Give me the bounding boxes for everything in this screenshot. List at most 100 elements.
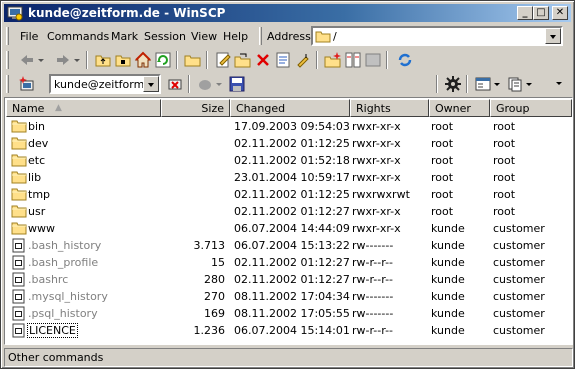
toolbar-separator [436,75,438,93]
file-row[interactable]: .bash_profile 15 02.11.2002 01:12:27 rw-r--… [6,254,572,271]
menu-view[interactable]: View [191,30,217,43]
folder-icon [11,203,27,219]
toolbar-chevron-icon[interactable] [554,75,564,93]
session-dropdown-button[interactable] [143,76,159,92]
folder-icon [11,186,27,202]
edit-icon[interactable] [214,51,232,69]
address-value: / [333,30,337,43]
forward-dropdown-icon[interactable] [73,51,81,69]
folder-icon [11,118,27,134]
file-owner: root [431,188,454,201]
session-combo[interactable]: kunde@zeitform.de [49,74,161,94]
file-row[interactable]: .bashrc 280 02.11.2002 01:12:27 rw-r--r-- ku… [6,271,572,288]
new-session-icon[interactable] [18,75,36,93]
file-name: usr [28,205,46,218]
address-combo[interactable]: / [311,26,563,46]
file-row[interactable]: tmp 02.11.2002 01:12:25 rwxrwxrwt root root [6,186,572,203]
save-session-disabled-icon[interactable] [196,75,214,93]
forward-icon[interactable] [54,51,72,69]
save-icon[interactable] [228,75,246,93]
delete-icon[interactable] [254,51,272,69]
file-row[interactable]: usr 02.11.2002 01:12:27 rwxr-xr-x root root [6,203,572,220]
address-dropdown-button[interactable] [545,28,561,44]
menu-file[interactable]: File [20,30,38,43]
file-row[interactable]: etc 02.11.2002 01:52:18 rwxr-xr-x root root [6,152,572,169]
file-name: .bashrc [28,273,69,286]
file-rights: rw------- [352,239,394,252]
maximize-button[interactable]: □ [533,6,549,20]
menu-session[interactable]: Session [144,30,186,43]
file-group: customer [493,273,545,286]
root-directory-icon[interactable] [114,51,132,69]
addressbar-grip[interactable] [259,27,262,45]
file-owner: root [431,137,454,150]
toolbar-grip[interactable] [6,75,9,93]
column-header-changed[interactable]: Changed [230,99,350,117]
file-group: root [493,120,516,133]
menubar-grip[interactable] [6,27,9,45]
file-owner: kunde [431,222,465,235]
file-name: dev [28,137,49,150]
file-row[interactable]: lib 23.01.2004 10:59:17 rwxr-xr-x root root [6,169,572,186]
minimize-button[interactable]: _ [517,6,533,20]
properties-icon[interactable] [274,51,292,69]
toolbar-separator [316,51,318,69]
menu-mark[interactable]: Mark [111,30,138,43]
file-size: 3.713 [193,239,226,252]
column-header-group[interactable]: Group [490,99,572,117]
file-row[interactable]: LICENCE 1.236 06.07.2004 15:14:01 rw-r--r--… [6,322,572,339]
file-owner: kunde [431,273,465,286]
file-changed: 17.09.2003 09:54:03 [234,120,350,133]
new-directory-icon[interactable] [324,51,342,69]
parent-directory-icon[interactable] [94,51,112,69]
synchronize-icon[interactable] [364,51,382,69]
home-directory-icon[interactable] [134,51,152,69]
file-changed: 06.07.2004 15:13:22 [234,239,350,252]
column-header-size[interactable]: Size [161,99,230,117]
view-icon[interactable] [474,75,492,93]
file-name: tmp [28,188,51,201]
file-changed: 02.11.2002 01:12:27 [234,273,350,286]
file-rights: rwxr-xr-x [352,154,401,167]
file-row[interactable]: .psql_history 169 08.11.2002 17:05:55 rw---… [6,305,572,322]
sort-dropdown-icon[interactable] [525,75,533,93]
window-title: kunde@zeitform.de - WinSCP [28,6,226,20]
file-row[interactable]: www 06.07.2004 14:44:09 rwxr-xr-x kunde cust… [6,220,572,237]
file-owner: kunde [431,256,465,269]
folder-icon [11,169,27,185]
column-header-rights[interactable]: Rights [350,99,429,117]
remote-file-panel[interactable]: Name ▲ Size Changed Rights Owner Group b… [4,97,573,345]
sort-ascending-icon: ▲ [55,103,62,113]
menu-help[interactable]: Help [223,30,248,43]
back-dropdown-icon[interactable] [37,51,45,69]
open-directory-icon[interactable] [184,51,202,69]
title-bar[interactable]: kunde@zeitform.de - WinSCP _ □ ✕ [4,4,571,22]
file-group: customer [493,256,545,269]
file-icon [11,322,27,338]
column-header-owner[interactable]: Owner [429,99,490,117]
file-row[interactable]: .mysql_history 270 08.11.2002 17:04:34 rw--… [6,288,572,305]
close-button[interactable]: ✕ [552,6,568,20]
file-row[interactable]: bin 17.09.2003 09:54:03 rwxr-xr-x root root [6,118,572,135]
refresh-icon[interactable] [154,51,172,69]
file-rights: rw-r--r-- [352,324,394,337]
sort-icon[interactable] [506,75,524,93]
file-icon [11,254,27,270]
toolbar-separator [206,51,208,69]
back-icon[interactable] [18,51,36,69]
disconnect-icon[interactable] [166,75,184,93]
preferences-gear-icon[interactable] [444,75,462,93]
file-row[interactable]: dev 02.11.2002 01:12:25 rwxr-xr-x root root [6,135,572,152]
keep-up-to-date-icon[interactable] [396,51,414,69]
menu-commands[interactable]: Commands [47,30,109,43]
file-row[interactable]: .bash_history 3.713 06.07.2004 15:13:22 rw-… [6,237,572,254]
copy-to-icon[interactable] [234,51,252,69]
folder-icon [11,135,27,151]
view-dropdown-icon[interactable] [493,75,501,93]
folder-icon [315,31,331,43]
rename-icon[interactable] [294,51,312,69]
toolbar-grip[interactable] [6,51,9,69]
column-header-name[interactable]: Name ▲ [6,99,161,117]
compare-directories-icon[interactable] [344,51,362,69]
session-dropdown-icon[interactable] [215,75,223,93]
